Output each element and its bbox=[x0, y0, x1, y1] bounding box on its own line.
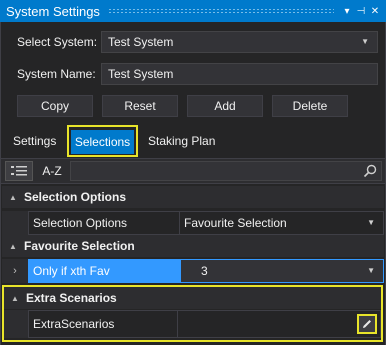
system-name-label: System Name: bbox=[17, 67, 96, 81]
selection-options-combobox[interactable]: Favourite Selection ▼ bbox=[180, 211, 384, 235]
search-icon bbox=[363, 164, 377, 178]
property-name: ExtraScenarios bbox=[28, 310, 178, 338]
close-icon[interactable]: ✕ bbox=[368, 6, 382, 17]
property-value: Favourite Selection bbox=[184, 216, 287, 230]
chevron-right-icon: › bbox=[2, 259, 28, 283]
property-value: 3 bbox=[201, 264, 208, 278]
only-if-xth-fav-combobox[interactable]: 3 ▼ bbox=[180, 259, 384, 283]
property-row-selection-options[interactable]: Selection Options Favourite Selection ▼ bbox=[2, 211, 384, 235]
category-favourite-selection[interactable]: ▲ Favourite Selection bbox=[2, 235, 384, 257]
delete-button[interactable]: Delete bbox=[272, 95, 348, 117]
property-row-extra-scenarios[interactable]: ExtraScenarios bbox=[4, 310, 381, 338]
window-menu-dropdown-icon[interactable]: ▾ bbox=[340, 6, 354, 17]
chevron-down-icon: ▼ bbox=[367, 218, 375, 227]
chevron-down-icon: ▼ bbox=[361, 37, 369, 46]
tab-selections[interactable]: Selections bbox=[71, 130, 134, 154]
select-system-combobox[interactable]: Test System ▼ bbox=[101, 31, 378, 53]
select-system-value: Test System bbox=[108, 35, 174, 49]
tab-staking-plan[interactable]: Staking Plan bbox=[144, 132, 219, 150]
collapse-arrow-icon[interactable]: ▲ bbox=[4, 294, 26, 303]
add-button[interactable]: Add bbox=[187, 95, 263, 117]
window-title: System Settings bbox=[6, 3, 100, 19]
collapse-arrow-icon[interactable]: ▲ bbox=[2, 242, 24, 251]
window-title-bar[interactable]: System Settings ▾ ⊣ ✕ bbox=[0, 0, 386, 22]
category-label: Selection Options bbox=[24, 190, 127, 204]
row-gutter bbox=[2, 211, 28, 235]
alphabetical-sort-button[interactable]: A-Z bbox=[38, 161, 66, 181]
title-grip bbox=[107, 8, 334, 14]
tab-settings[interactable]: Settings bbox=[9, 132, 60, 150]
category-extra-scenarios[interactable]: ▲ Extra Scenarios bbox=[4, 287, 381, 309]
copy-button[interactable]: Copy bbox=[17, 95, 93, 117]
system-name-input[interactable]: Test System bbox=[101, 63, 378, 85]
category-selection-options[interactable]: ▲ Selection Options bbox=[2, 186, 384, 208]
category-label: Favourite Selection bbox=[24, 239, 135, 253]
row-gutter bbox=[4, 310, 28, 338]
edit-pencil-icon[interactable] bbox=[357, 314, 377, 334]
collapse-arrow-icon[interactable]: ▲ bbox=[2, 193, 24, 202]
category-label: Extra Scenarios bbox=[26, 291, 117, 305]
select-system-label: Select System: bbox=[17, 35, 98, 49]
reset-button[interactable]: Reset bbox=[102, 95, 178, 117]
property-name: Selection Options bbox=[28, 211, 180, 235]
system-name-value: Test System bbox=[108, 67, 174, 81]
categorized-list-icon[interactable] bbox=[5, 161, 33, 181]
property-search-input[interactable] bbox=[70, 161, 382, 181]
chevron-down-icon: ▼ bbox=[367, 266, 375, 275]
extra-scenarios-value bbox=[178, 310, 381, 338]
property-name: Only if xth Fav bbox=[28, 259, 180, 283]
property-row-only-if-xth-fav[interactable]: › Only if xth Fav 3 ▼ bbox=[2, 259, 384, 283]
pin-icon[interactable]: ⊣ bbox=[354, 6, 368, 17]
